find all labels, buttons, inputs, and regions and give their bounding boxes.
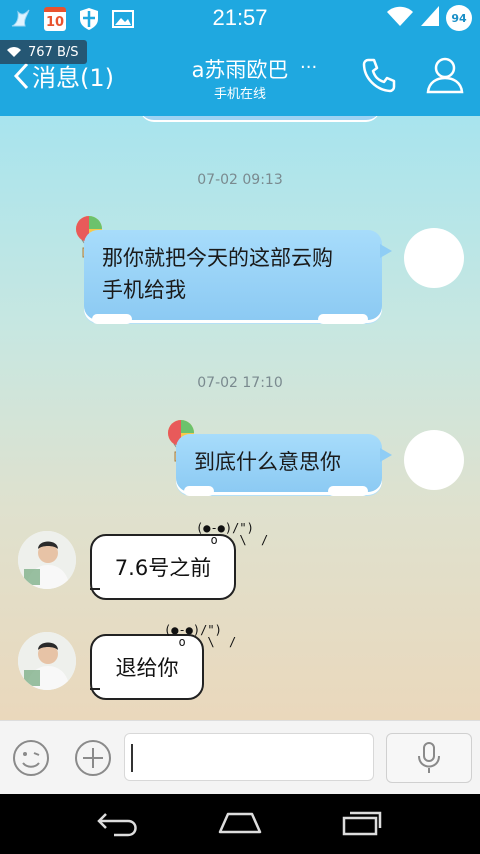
avatar[interactable] bbox=[404, 228, 464, 288]
message-line: 到底什么意思你 bbox=[194, 450, 341, 474]
cloud-decoration bbox=[318, 314, 368, 324]
bubble-decoration bbox=[90, 688, 100, 690]
system-nav-bar bbox=[0, 794, 480, 854]
back-arrow-icon bbox=[97, 813, 137, 837]
emoji-button[interactable] bbox=[12, 739, 50, 781]
add-button[interactable] bbox=[74, 739, 112, 781]
microphone-icon bbox=[418, 742, 440, 773]
recent-apps-button[interactable] bbox=[340, 808, 384, 842]
back-nav-button[interactable] bbox=[96, 808, 142, 842]
home-nav-button[interactable] bbox=[216, 808, 264, 842]
wifi-icon bbox=[386, 5, 414, 31]
message-text: 退给你 bbox=[115, 656, 179, 680]
phone-call-button[interactable] bbox=[360, 56, 398, 98]
contact-avatar[interactable] bbox=[18, 531, 76, 589]
cloud-decoration bbox=[328, 486, 368, 496]
timestamp: 07-02 09:13 bbox=[197, 172, 283, 188]
message-text: 7.6号之前 bbox=[114, 556, 212, 580]
profile-button[interactable] bbox=[425, 56, 465, 98]
bubble-decoration bbox=[90, 588, 100, 590]
voice-button[interactable] bbox=[386, 733, 472, 783]
home-icon bbox=[218, 812, 262, 834]
text-caret bbox=[131, 744, 133, 772]
previous-message-bubble bbox=[140, 116, 380, 122]
contact-avatar[interactable] bbox=[18, 632, 76, 690]
message-input[interactable] bbox=[124, 733, 374, 781]
kaomoji-decoration: (●-●)/") o \ / bbox=[164, 623, 237, 649]
message-line: 手机给我 bbox=[102, 278, 186, 302]
person-icon bbox=[426, 57, 464, 94]
timestamp: 07-02 17:10 bbox=[197, 375, 283, 391]
chat-area[interactable]: 07-02 09:13 那你就把今天的这部云购 手机给我 07-02 17:10… bbox=[0, 116, 480, 720]
smiley-icon bbox=[13, 740, 49, 776]
input-bar bbox=[0, 720, 480, 795]
cloud-decoration bbox=[92, 314, 132, 324]
cloud-decoration bbox=[184, 486, 214, 496]
wifi-icon bbox=[7, 47, 21, 57]
battery-icon: 94 bbox=[446, 5, 472, 31]
message-bubble-outgoing[interactable]: 那你就把今天的这部云购 手机给我 bbox=[84, 230, 392, 324]
message-line: 那你就把今天的这部云购 bbox=[102, 246, 333, 270]
online-status: 手机在线 bbox=[213, 87, 266, 102]
status-bar: 10 21:57 94 bbox=[0, 0, 480, 38]
net-speed: 767 B/S bbox=[28, 44, 79, 60]
plus-icon bbox=[75, 740, 111, 776]
title-more: ... bbox=[300, 52, 318, 73]
kaomoji-decoration: (●-●)/") o \ / bbox=[196, 521, 269, 547]
net-speed-overlay: 767 B/S bbox=[0, 40, 87, 64]
signal-icon bbox=[420, 5, 440, 31]
phone-icon bbox=[362, 58, 396, 93]
avatar[interactable] bbox=[404, 430, 464, 490]
recent-apps-icon bbox=[342, 811, 382, 836]
message-bubble-outgoing[interactable]: 到底什么意思你 bbox=[176, 434, 392, 496]
